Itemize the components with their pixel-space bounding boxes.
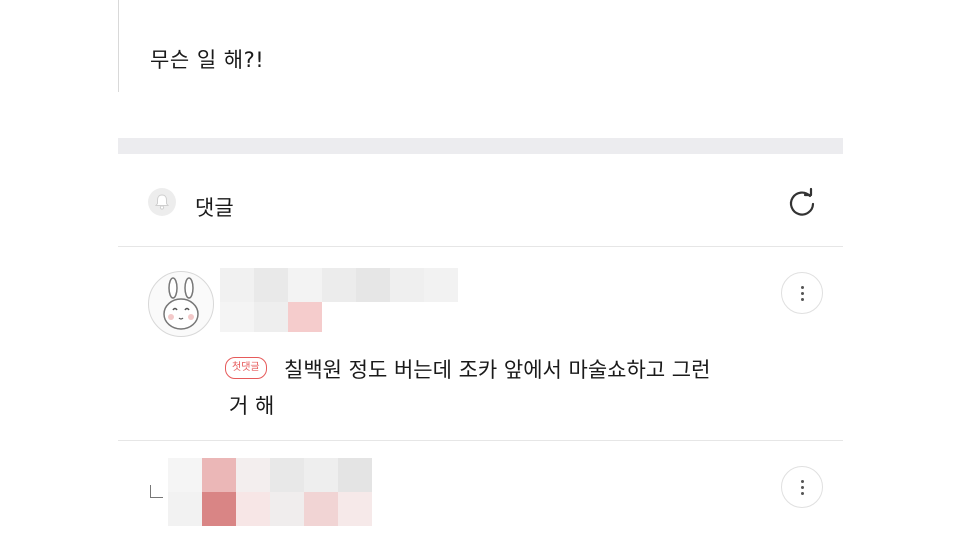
comments-header: 댓글 bbox=[118, 176, 843, 236]
more-options-button[interactable] bbox=[781, 466, 823, 508]
refresh-icon[interactable] bbox=[784, 186, 820, 222]
comments-title: 댓글 bbox=[195, 196, 234, 220]
bell-icon[interactable] bbox=[148, 188, 176, 216]
reply-arrow-icon bbox=[150, 485, 163, 498]
post-text: 무슨 일 해?! bbox=[150, 48, 265, 72]
section-divider bbox=[118, 138, 843, 154]
divider-line bbox=[118, 246, 843, 247]
post-left-border bbox=[118, 0, 119, 92]
comment-text: 칠백원 정도 버는데 조카 앞에서 마술쇼하고 그런 bbox=[284, 358, 711, 382]
avatar[interactable] bbox=[148, 271, 214, 337]
more-options-button[interactable] bbox=[781, 272, 823, 314]
comment-text-continued: 거 해 bbox=[229, 394, 275, 418]
first-comment-badge: 첫댓글 bbox=[225, 357, 267, 379]
divider-line bbox=[118, 440, 843, 441]
